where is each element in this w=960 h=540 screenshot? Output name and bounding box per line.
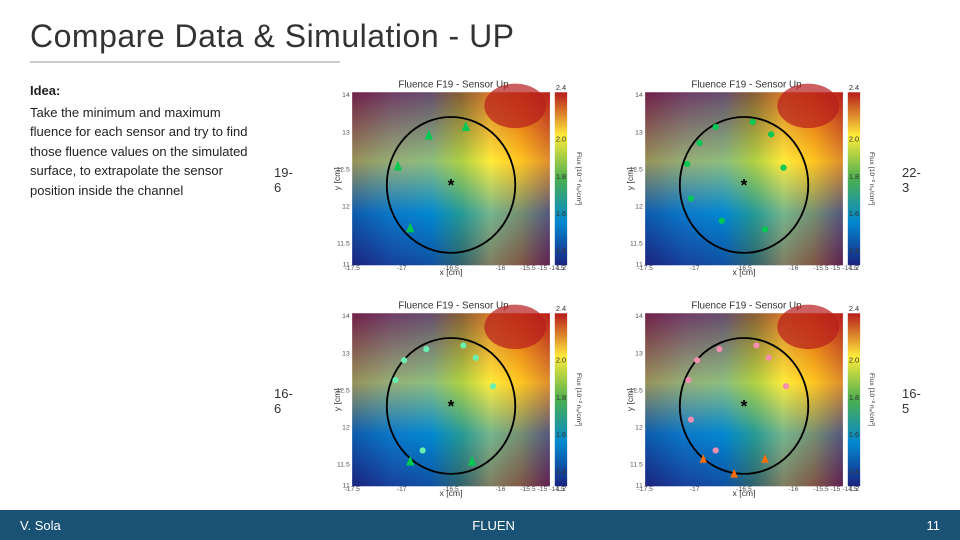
svg-text:11: 11 bbox=[343, 482, 350, 489]
page-container: Compare Data & Simulation - UP Idea: Tak… bbox=[0, 0, 960, 540]
label-22-3: 22-3 bbox=[898, 165, 930, 195]
svg-text:1.6: 1.6 bbox=[556, 209, 566, 218]
top-charts-row: 19-6 Fluence F19 - Sensor Up bbox=[270, 73, 930, 288]
svg-text:-16: -16 bbox=[496, 265, 506, 272]
fluence-svg-4: Fluence F19 - Sensor Up bbox=[605, 296, 888, 506]
description-text: Take the minimum and maximum fluence for… bbox=[30, 103, 260, 201]
bottom-charts-row: 16-6 Fluence F19 - Sensor Up bbox=[270, 294, 930, 509]
svg-text:13: 13 bbox=[342, 130, 350, 137]
fluence-svg-1: Fluence F19 - Sensor Up bbox=[312, 75, 595, 285]
label-16-5: 16-5 bbox=[898, 386, 930, 416]
footer-bar: V. Sola FLUEN 11 bbox=[0, 510, 960, 540]
plot-top-right: Fluence F19 - Sensor Up bbox=[605, 75, 888, 285]
svg-text:2.4: 2.4 bbox=[849, 304, 859, 313]
svg-text:1.6: 1.6 bbox=[849, 430, 859, 439]
svg-text:1.8: 1.8 bbox=[556, 393, 566, 402]
svg-text:12: 12 bbox=[635, 424, 643, 431]
svg-text:2.4: 2.4 bbox=[849, 83, 859, 92]
svg-text:-17: -17 bbox=[690, 265, 700, 272]
svg-text:12: 12 bbox=[342, 204, 350, 211]
svg-text:*: * bbox=[448, 396, 455, 416]
svg-text:11.5: 11.5 bbox=[630, 461, 643, 468]
svg-text:14: 14 bbox=[635, 313, 643, 320]
page-title: Compare Data & Simulation - UP bbox=[30, 18, 930, 55]
svg-text:1.6: 1.6 bbox=[849, 209, 859, 218]
svg-text:11.5: 11.5 bbox=[337, 241, 350, 248]
svg-text:Flux [10⁻² n₀/cm²]: Flux [10⁻² n₀/cm²] bbox=[868, 373, 875, 427]
svg-text:-17: -17 bbox=[690, 486, 700, 493]
svg-text:2.0: 2.0 bbox=[556, 355, 566, 364]
svg-text:1.4: 1.4 bbox=[849, 467, 859, 476]
svg-text:11.5: 11.5 bbox=[630, 241, 643, 248]
svg-text:12.5: 12.5 bbox=[630, 387, 643, 394]
svg-text:11: 11 bbox=[343, 262, 350, 269]
svg-text:-17: -17 bbox=[397, 265, 407, 272]
svg-text:1.4: 1.4 bbox=[849, 246, 859, 255]
svg-text:2.0: 2.0 bbox=[849, 135, 859, 144]
svg-text:13: 13 bbox=[342, 350, 350, 357]
svg-text:12: 12 bbox=[342, 424, 350, 431]
svg-text:-16.5: -16.5 bbox=[443, 486, 459, 493]
fluence-svg-3: Fluence F19 - Sensor Up bbox=[312, 296, 595, 506]
footer-page-number: 11 bbox=[926, 518, 940, 533]
svg-text:-17: -17 bbox=[397, 486, 407, 493]
svg-text:1.8: 1.8 bbox=[849, 393, 859, 402]
plot-bottom-right: Fluence F19 - Sensor Up bbox=[605, 296, 888, 506]
header: Compare Data & Simulation - UP bbox=[0, 0, 960, 71]
svg-text:Fluence F19 - Sensor Up: Fluence F19 - Sensor Up bbox=[691, 80, 802, 91]
svg-text:-16.5: -16.5 bbox=[736, 486, 752, 493]
header-divider bbox=[30, 61, 340, 63]
left-panel: Idea: Take the minimum and maximum fluen… bbox=[20, 71, 270, 510]
svg-text:2.4: 2.4 bbox=[556, 83, 566, 92]
svg-text:13: 13 bbox=[635, 130, 643, 137]
svg-text:*: * bbox=[448, 175, 455, 195]
svg-text:-16: -16 bbox=[789, 265, 799, 272]
svg-text:12: 12 bbox=[635, 204, 643, 211]
svg-text:Fluence F19 - Sensor Up: Fluence F19 - Sensor Up bbox=[398, 80, 509, 91]
svg-text:-15.5 -15 -14.5: -15.5 -15 -14.5 bbox=[813, 486, 858, 493]
svg-text:12.5: 12.5 bbox=[337, 167, 350, 174]
svg-text:*: * bbox=[741, 175, 748, 195]
svg-text:2.4: 2.4 bbox=[556, 304, 566, 313]
svg-text:Flux [10⁻² n₀/cm²]: Flux [10⁻² n₀/cm²] bbox=[575, 373, 582, 427]
svg-text:-15.5 -15 -14.5: -15.5 -15 -14.5 bbox=[520, 486, 565, 493]
main-content: Idea: Take the minimum and maximum fluen… bbox=[0, 71, 960, 510]
svg-text:*: * bbox=[741, 396, 748, 416]
svg-text:12.5: 12.5 bbox=[337, 387, 350, 394]
svg-text:1.4: 1.4 bbox=[556, 467, 566, 476]
plot-top-left: Fluence F19 - Sensor Up bbox=[312, 75, 595, 285]
svg-text:12.5: 12.5 bbox=[630, 167, 643, 174]
svg-text:-16.5: -16.5 bbox=[736, 265, 752, 272]
svg-text:-16.5: -16.5 bbox=[443, 265, 459, 272]
svg-text:-16: -16 bbox=[789, 486, 799, 493]
svg-text:1.6: 1.6 bbox=[556, 430, 566, 439]
svg-text:11: 11 bbox=[636, 482, 643, 489]
svg-text:1.8: 1.8 bbox=[556, 172, 566, 181]
charts-area: 19-6 Fluence F19 - Sensor Up bbox=[270, 71, 930, 510]
svg-text:1.4: 1.4 bbox=[556, 246, 566, 255]
plot-bottom-left: Fluence F19 - Sensor Up bbox=[312, 296, 595, 506]
svg-text:Fluence F19 - Sensor Up: Fluence F19 - Sensor Up bbox=[398, 300, 509, 311]
footer-author: V. Sola bbox=[20, 518, 61, 533]
svg-text:14: 14 bbox=[342, 313, 350, 320]
idea-label: Idea: bbox=[30, 81, 260, 101]
label-19-6: 19-6 bbox=[270, 165, 302, 195]
footer-middle: FLUEN bbox=[472, 518, 515, 533]
svg-text:-15.5 -15 -14.5: -15.5 -15 -14.5 bbox=[813, 265, 858, 272]
svg-text:-15.5 -15 -14.5: -15.5 -15 -14.5 bbox=[520, 265, 565, 272]
svg-text:14: 14 bbox=[342, 92, 350, 99]
svg-text:13: 13 bbox=[635, 350, 643, 357]
svg-text:Flux [10⁻² n₀/cm²]: Flux [10⁻² n₀/cm²] bbox=[575, 152, 582, 206]
svg-text:2.0: 2.0 bbox=[556, 135, 566, 144]
label-16-6: 16-6 bbox=[270, 386, 302, 416]
svg-text:14: 14 bbox=[635, 92, 643, 99]
svg-text:2.0: 2.0 bbox=[849, 355, 859, 364]
svg-text:Fluence F19 - Sensor Up: Fluence F19 - Sensor Up bbox=[691, 300, 802, 311]
svg-text:11.5: 11.5 bbox=[337, 461, 350, 468]
svg-text:Flux [10⁻² n₀/cm²]: Flux [10⁻² n₀/cm²] bbox=[868, 152, 875, 206]
svg-text:-16: -16 bbox=[496, 486, 506, 493]
svg-text:1.8: 1.8 bbox=[849, 172, 859, 181]
fluence-svg-2: Fluence F19 - Sensor Up bbox=[605, 75, 888, 285]
svg-text:11: 11 bbox=[636, 262, 643, 269]
